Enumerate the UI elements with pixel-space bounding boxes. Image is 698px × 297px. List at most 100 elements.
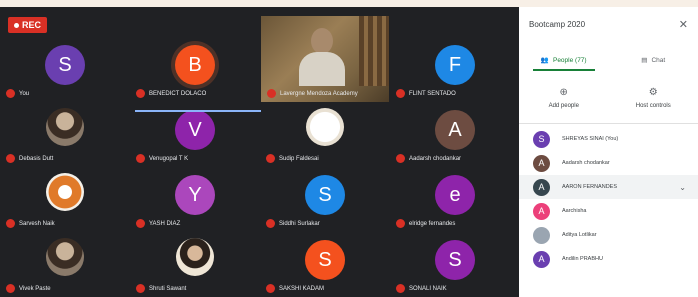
tab-people-label: People (77) xyxy=(552,56,587,64)
participant-tile[interactable]: Sarvesh Naik xyxy=(0,167,130,232)
list-item[interactable]: A Andilin PRABHU xyxy=(519,247,698,271)
avatar: S xyxy=(45,45,85,85)
recording-label: REC xyxy=(22,20,42,30)
participant-tile[interactable]: Debasis Dutt xyxy=(0,102,130,167)
avatar xyxy=(46,173,84,211)
host-controls-icon: ⚙ xyxy=(648,87,658,98)
participant-name-label: Sudip Faldesai xyxy=(279,155,319,162)
participant-name-label: YASH DIAZ xyxy=(149,220,181,227)
list-item[interactable]: A AARON FERNANDES ⌄ xyxy=(519,175,698,199)
participant-name-label: Debasis Dutt xyxy=(19,155,54,162)
participant-tile[interactable]: e elridge fernandes xyxy=(390,167,519,232)
mic-off-icon xyxy=(6,154,15,163)
participant-name-label: AARON FERNANDES xyxy=(562,184,618,190)
participant-name: BENEDICT DOLACO xyxy=(136,89,206,98)
participant-tile[interactable]: Vivek Paste xyxy=(0,232,130,297)
participant-tile[interactable]: Shruti Sawant xyxy=(130,232,260,297)
host-controls-button[interactable]: ⚙ Host controls xyxy=(609,87,698,119)
participant-name-label: Aadarsh chodankar xyxy=(562,160,610,166)
avatar xyxy=(46,238,84,276)
speaking-indicator xyxy=(135,110,261,112)
participant-name: Sudip Faldesai xyxy=(266,154,319,163)
participant-name-label: Lavergne Mendoza Academy xyxy=(280,90,358,97)
participant-name-label: FLINT SENTADO xyxy=(409,90,456,97)
avatar: B xyxy=(175,45,215,85)
participant-name: elridge fernandes xyxy=(396,219,455,228)
avatar-wrapper: A xyxy=(533,178,550,196)
avatar xyxy=(533,226,550,244)
participant-tile[interactable]: Sudip Faldesai xyxy=(260,102,390,167)
participant-name-label: elridge fernandes xyxy=(409,220,456,227)
tab-chat-label: Chat xyxy=(651,56,666,64)
list-item[interactable]: Aditya Lotlikar xyxy=(519,223,698,247)
avatar: S xyxy=(305,240,345,280)
participant-name: Vivek Paste xyxy=(6,284,51,293)
list-item[interactable]: A Aarchisha xyxy=(519,199,698,223)
participant-tile[interactable]: S Siddhi Surlakar xyxy=(260,167,390,232)
participant-name-label: You xyxy=(19,90,30,97)
participant-name: SAKSHI KADAM xyxy=(266,284,324,293)
meet-window: REC S You B BENEDICT DOLACO Lavergne Mendoza… xyxy=(0,7,698,297)
participant-tile[interactable]: B BENEDICT DOLACO xyxy=(130,37,260,102)
people-list: S SHREYAS SINAI (You) A Aadarsh chodankar A A… xyxy=(519,127,698,271)
mic-off-icon xyxy=(266,219,275,228)
participant-name: Siddhi Surlakar xyxy=(266,219,320,228)
avatar: S xyxy=(305,175,345,215)
avatar: A xyxy=(533,250,550,268)
participant-name-label: SAKSHI KADAM xyxy=(279,285,325,292)
panel-header: Bootcamp 2020 ✕ xyxy=(519,7,698,41)
chevron-down-icon[interactable]: ⌄ xyxy=(679,183,686,192)
list-item[interactable]: S SHREYAS SINAI (You) xyxy=(519,127,698,151)
add-people-button[interactable]: ⊕ Add people xyxy=(519,87,609,119)
participant-name-label: SHREYAS SINAI (You) xyxy=(562,136,619,142)
participant-tile[interactable]: Y YASH DIAZ xyxy=(130,167,260,232)
avatar: A xyxy=(435,110,475,150)
participant-tile[interactable]: S You xyxy=(0,37,130,102)
list-item[interactable]: A Aadarsh chodankar xyxy=(519,151,698,175)
avatar-wrapper: A xyxy=(533,154,550,172)
participant-name: Aadarsh chodankar xyxy=(396,154,461,163)
host-controls-label: Host controls xyxy=(635,103,671,109)
mic-off-icon xyxy=(266,284,275,293)
recording-indicator: REC xyxy=(8,17,48,33)
people-icon: 👥 xyxy=(540,57,549,64)
participant-name: Debasis Dutt xyxy=(6,154,53,163)
mic-off-icon xyxy=(266,154,275,163)
avatar: V xyxy=(175,110,215,150)
mic-off-icon xyxy=(136,284,145,293)
participant-name-label: BENEDICT DOLACO xyxy=(149,90,207,97)
close-icon[interactable]: ✕ xyxy=(679,18,688,31)
participant-tile[interactable]: S SAKSHI KADAM xyxy=(260,232,390,297)
mic-off-icon xyxy=(6,284,15,293)
record-dot-icon xyxy=(14,22,19,28)
avatar xyxy=(46,108,84,146)
participant-name: Sarvesh Naik xyxy=(6,219,55,228)
participant-tile[interactable]: S SONALI NAIK xyxy=(390,232,519,297)
avatar: A xyxy=(533,202,550,220)
mic-off-icon xyxy=(396,154,405,163)
avatar: A xyxy=(533,154,550,172)
divider xyxy=(519,123,698,124)
participant-name: Shruti Sawant xyxy=(136,284,186,293)
tab-chat[interactable]: ▤ Chat xyxy=(609,49,698,71)
participant-tile[interactable]: A Aadarsh chodankar xyxy=(390,102,519,167)
participant-name-label: Andilin PRABHU xyxy=(562,256,603,262)
add-person-icon: ⊕ xyxy=(559,87,568,98)
participant-name-label: Aadarsh chodankar xyxy=(409,155,462,162)
panel-actions: ⊕ Add people ⚙ Host controls xyxy=(519,87,698,119)
add-people-label: Add people xyxy=(548,103,579,109)
tab-people[interactable]: 👥 People (77) xyxy=(519,49,609,71)
avatar-wrapper: S xyxy=(533,130,550,148)
mic-off-icon xyxy=(136,89,145,98)
mic-off-icon xyxy=(267,89,276,98)
avatar-wrapper: A xyxy=(533,202,550,220)
avatar: S xyxy=(435,240,475,280)
meeting-stage: REC S You B BENEDICT DOLACO Lavergne Mendoza… xyxy=(0,7,519,297)
meeting-title: Bootcamp 2020 xyxy=(529,19,586,29)
participant-tile[interactable]: Lavergne Mendoza Academy xyxy=(261,16,389,102)
avatar: Y xyxy=(175,175,215,215)
participant-tile[interactable]: F FLINT SENTADO xyxy=(390,37,519,102)
participant-name-label: Aarchisha xyxy=(562,208,587,214)
mic-off-icon xyxy=(136,219,145,228)
participant-name-label: Shruti Sawant xyxy=(149,285,187,292)
